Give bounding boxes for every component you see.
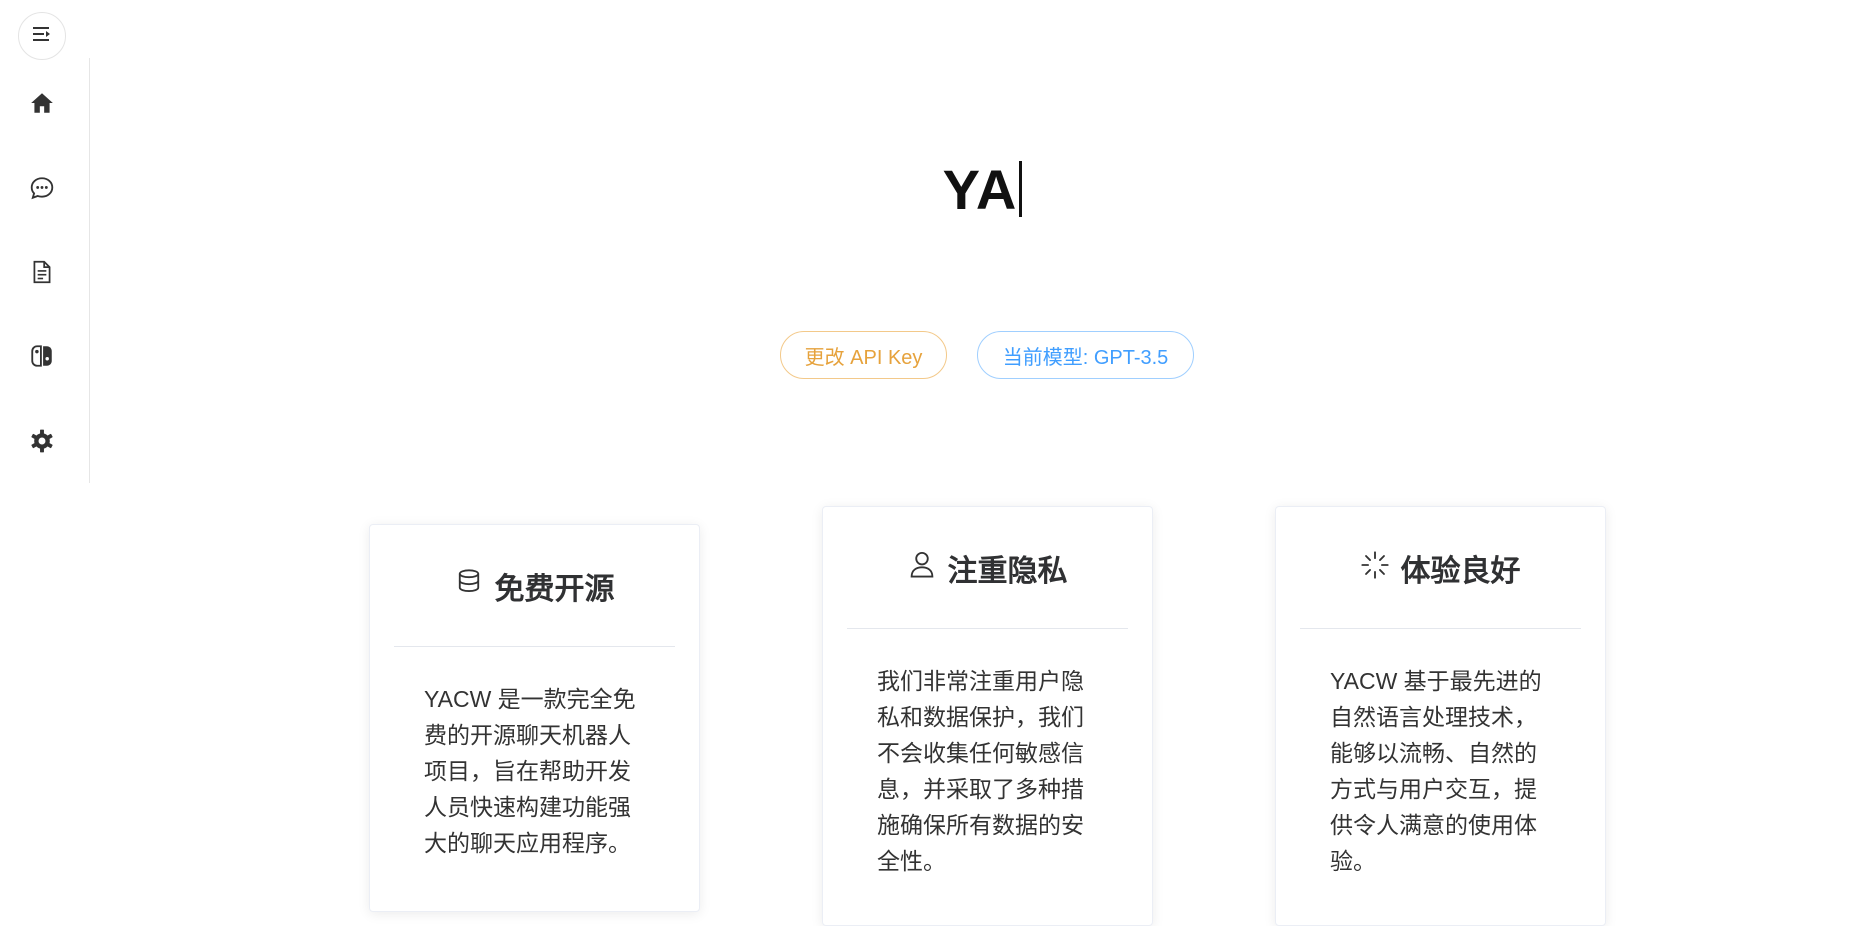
- home-icon: [29, 90, 55, 116]
- page-title: YA: [90, 155, 1875, 225]
- card-title: 免费开源: [494, 572, 615, 606]
- card-text: 我们非常注重用户隐私和数据保护，我们不会收集任何敏感信息，并采取了多种措施确保所…: [877, 668, 1084, 874]
- sidebar-toggle-button[interactable]: [18, 12, 66, 60]
- sidebar-item-game[interactable]: [20, 334, 64, 378]
- document-icon: [29, 259, 55, 285]
- sidebar: [0, 58, 90, 483]
- chat-bubble-icon: [29, 175, 55, 201]
- gear-icon: [29, 428, 55, 454]
- feature-card-open-source: 免费开源 YACW 是一款完全免费的开源聊天机器人项目，旨在帮助开发人员快速构建…: [369, 524, 700, 912]
- sidebar-item-docs[interactable]: [20, 250, 64, 294]
- feature-card-privacy: 注重隐私 我们非常注重用户隐私和数据保护，我们不会收集任何敏感信息，并采取了多种…: [822, 506, 1153, 926]
- menu-collapse-icon: [33, 26, 51, 46]
- feature-card-experience: 体验良好 YACW 基于最先进的自然语言处理技术，能够以流畅、自然的方式与用户交…: [1275, 506, 1606, 926]
- card-text: YACW 基于最先进的自然语言处理技术，能够以流畅、自然的方式与用户交互，提供令…: [1330, 668, 1542, 874]
- current-model-button[interactable]: 当前模型: GPT-3.5: [977, 331, 1194, 379]
- loading-spinner-icon: [1360, 550, 1389, 585]
- card-text: YACW 是一款完全免费的开源聊天机器人项目，旨在帮助开发人员快速构建功能强大的…: [424, 686, 636, 856]
- card-header: 注重隐私: [847, 507, 1128, 629]
- card-header: 免费开源: [394, 525, 675, 647]
- card-title: 注重隐私: [947, 554, 1068, 588]
- database-icon: [455, 568, 483, 603]
- typing-cursor: [1019, 161, 1023, 217]
- sidebar-item-chat[interactable]: [20, 166, 64, 210]
- card-title: 体验良好: [1400, 554, 1521, 588]
- sidebar-item-settings[interactable]: [20, 419, 64, 463]
- sidebar-item-home[interactable]: [20, 81, 64, 125]
- game-controller-icon: [29, 343, 55, 369]
- change-api-key-button[interactable]: 更改 API Key: [780, 331, 947, 379]
- typed-title-text: YA: [942, 158, 1018, 221]
- user-icon: [908, 550, 936, 585]
- card-header: 体验良好: [1300, 507, 1581, 629]
